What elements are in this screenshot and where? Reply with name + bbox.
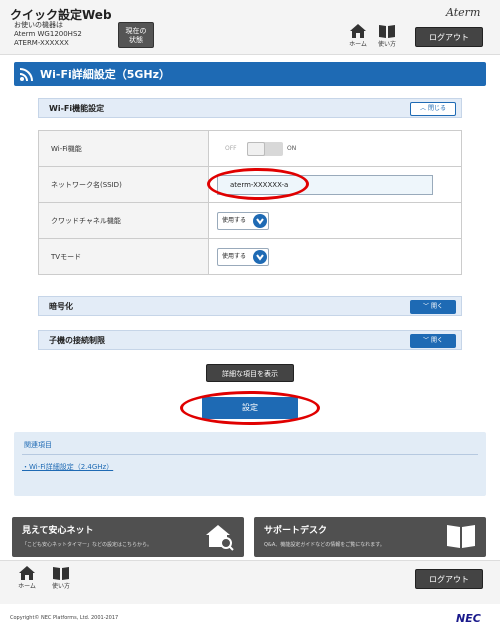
footer-help-label: 使い方 [51, 583, 70, 590]
footer-home-label: ホーム [18, 583, 36, 590]
promo-mieteanshin[interactable]: 見えて安心ネット 「こども安心ネットタイマー」などの設定はこちらから。 [12, 517, 244, 557]
book-icon [447, 525, 475, 548]
current-status-button[interactable]: 現在の 状態 [118, 22, 154, 48]
switch-on-label: ON [287, 144, 297, 152]
switch-off-label: OFF [225, 144, 237, 152]
help-label: 使い方 [377, 41, 396, 48]
section-wifi-label: Wi-Fi機能設定 [49, 104, 105, 113]
device-model: Aterm WG1200HS2 [14, 30, 82, 38]
footer-logout-button[interactable]: ログアウト [415, 569, 483, 589]
promo-right-title: サポートデスク [264, 526, 328, 536]
tv-mode-cell: 使用する [208, 238, 462, 275]
book-icon [53, 567, 69, 580]
tv-mode-value: 使用する [222, 252, 247, 260]
status-button-label-1: 現在の [125, 27, 147, 35]
divider [22, 454, 478, 455]
footer-home-link[interactable]: ホーム [14, 566, 40, 596]
house-search-icon [206, 525, 234, 551]
home-icon [350, 24, 366, 38]
section-connection-restriction[interactable]: 子機の接続制限 ﹀ 開く [38, 330, 462, 350]
logout-button[interactable]: ログアウト [415, 27, 483, 47]
switch-track[interactable] [247, 141, 283, 156]
brand-logo: Aterm [446, 6, 481, 19]
table-row: クワッドチャネル機能 使用する [38, 202, 462, 239]
chevron-down-icon [253, 213, 267, 228]
status-button-label-2: 状態 [129, 36, 143, 44]
chevron-up-icon: ︿ [420, 105, 428, 112]
table-row: TVモード 使用する [38, 238, 462, 275]
expand-restriction-button[interactable]: ﹀ 開く [410, 334, 456, 348]
home-link[interactable]: ホーム [345, 24, 371, 54]
page-title: Wi-Fi詳細設定（5GHz） [40, 68, 171, 81]
show-details-button[interactable]: 詳細な項目を表示 [206, 364, 294, 382]
device-name: ATERM-XXXXXX [14, 39, 69, 47]
promo-left-title: 見えて安心ネット [22, 526, 94, 536]
quad-channel-cell: 使用する [208, 202, 462, 239]
quad-channel-value: 使用する [222, 216, 247, 224]
header: クイック設定Web お使いの機器は Aterm WG1200HS2 ATERM-… [0, 0, 500, 55]
section-wifi-settings: Wi-Fi機能設定 ︿ 閉じる [38, 98, 462, 118]
home-icon [19, 566, 35, 580]
help-link[interactable]: 使い方 [374, 24, 400, 54]
collapse-label: 閉じる [427, 105, 446, 112]
table-row: Wi-Fi機能 OFF ON [38, 130, 462, 167]
settings-table: Wi-Fi機能 OFF ON ネットワーク名(SSID) クワッドチャネル機能 … [38, 130, 462, 275]
book-icon [379, 25, 395, 38]
related-link-24ghz[interactable]: ・Wi-Fi詳細設定（2.4GHz） [22, 462, 113, 472]
related-title: 関連項目 [24, 441, 52, 449]
chevron-down-icon [253, 249, 267, 264]
wifi-function-cell: OFF ON [208, 130, 462, 167]
related-link-text[interactable]: Wi-Fi詳細設定（2.4GHz） [29, 463, 113, 471]
device-info-line: お使いの機器は [14, 21, 63, 29]
nec-logo: NEC [456, 612, 481, 625]
related-items-box: 関連項目 ・Wi-Fi詳細設定（2.4GHz） [14, 432, 486, 496]
chevron-down-icon: ﹀ [423, 337, 431, 344]
wifi-function-switch[interactable]: OFF ON [217, 141, 461, 156]
promo-right-subtitle: Q&A、機能設定ガイドなどの情報をご覧になれます。 [264, 542, 385, 548]
device-info: お使いの機器は Aterm WG1200HS2 ATERM-XXXXXX [14, 21, 82, 48]
wifi-icon [20, 68, 33, 81]
copyright: Copyright© NEC Platforms, Ltd. 2001-2017 [10, 615, 119, 621]
switch-knob[interactable] [247, 141, 265, 156]
promo-support-desk[interactable]: サポートデスク Q&A、機能設定ガイドなどの情報をご覧になれます。 [254, 517, 486, 557]
collapse-button[interactable]: ︿ 閉じる [410, 102, 456, 116]
section-encryption[interactable]: 暗号化 ﹀ 開く [38, 296, 462, 316]
section-encryption-label: 暗号化 [49, 302, 73, 311]
tv-mode-label: TVモード [38, 238, 209, 275]
apply-annotation-ellipse [180, 391, 320, 425]
wifi-function-label: Wi-Fi機能 [38, 130, 209, 167]
footer-help-link[interactable]: 使い方 [48, 566, 74, 596]
tv-mode-select[interactable]: 使用する [217, 247, 269, 266]
expand-encryption-button[interactable]: ﹀ 開く [410, 300, 456, 314]
quad-channel-label: クワッドチャネル機能 [38, 202, 209, 239]
chevron-down-icon: ﹀ [423, 303, 431, 310]
section-restriction-label: 子機の接続制限 [49, 336, 105, 345]
expand-label: 開く [430, 303, 443, 310]
ssid-annotation-ellipse [207, 168, 309, 200]
ssid-label: ネットワーク名(SSID) [38, 166, 209, 203]
page-title-bar: Wi-Fi詳細設定（5GHz） [14, 62, 486, 86]
promo-left-subtitle: 「こども安心ネットタイマー」などの設定はこちらから。 [22, 542, 153, 548]
home-label: ホーム [349, 41, 367, 48]
expand-label: 開く [430, 337, 443, 344]
quad-channel-select[interactable]: 使用する [217, 211, 269, 230]
